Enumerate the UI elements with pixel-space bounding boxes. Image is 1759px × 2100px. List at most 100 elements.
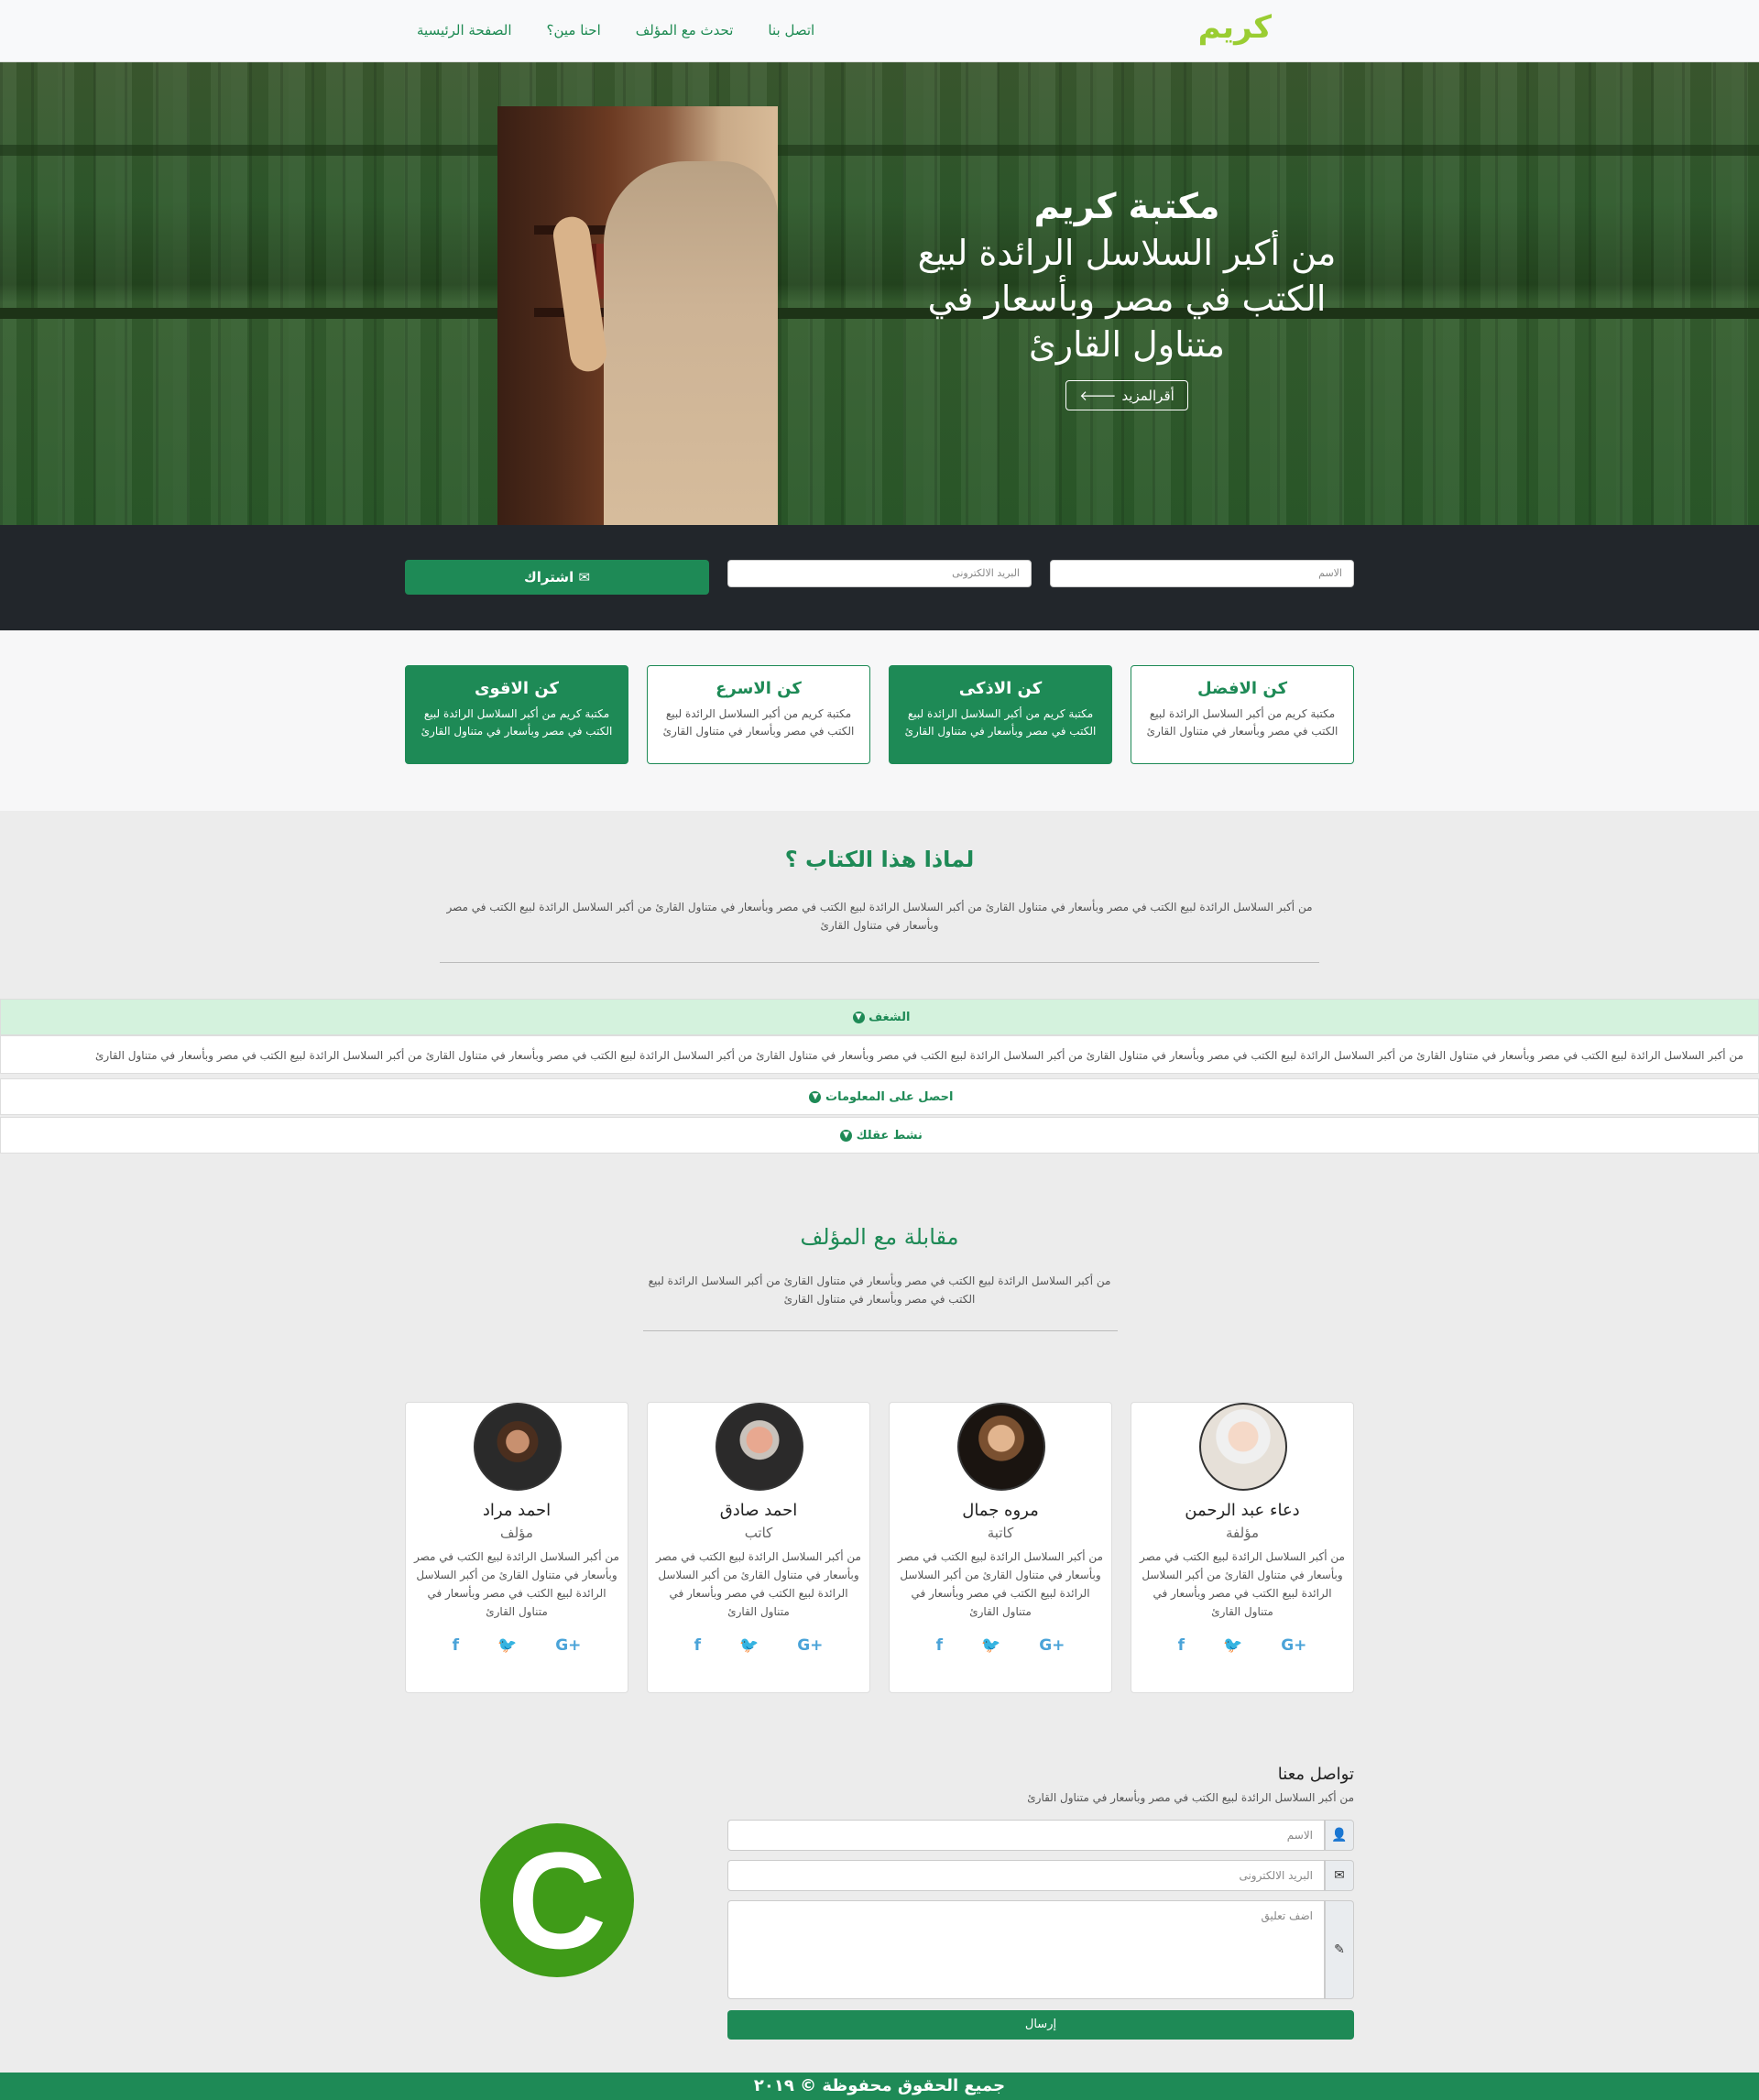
hero-subtitle: من أكبر السلاسل الرائدة لبيع الكتب في مص… [917, 233, 1337, 365]
facebook-icon[interactable]: f [453, 1636, 459, 1655]
contact-comment-row: اضف تعليق ✎ [727, 1900, 1354, 1999]
social-links: f 🐦 G+ [648, 1636, 869, 1655]
hero-title: مكتبة كريم [1033, 186, 1220, 226]
accordion-body: من أكبر السلاسل الرائدة لبيع الكتب في مص… [0, 1035, 1759, 1074]
subscribe-name-input[interactable]: الاسم [1050, 560, 1354, 587]
nav-links: اتصل بنا تحدث مع المؤلف احنا مين؟ الصفحة… [417, 22, 814, 38]
accordion-label: احصل على المعلومات [825, 1090, 954, 1104]
twitter-icon[interactable]: 🐦 [497, 1636, 517, 1655]
nav-link-home[interactable]: الصفحة الرئيسية [417, 22, 512, 38]
divider [643, 1330, 1118, 1331]
twitter-icon[interactable]: 🐦 [1223, 1636, 1242, 1655]
avatar [716, 1403, 803, 1491]
avatar [474, 1403, 562, 1491]
hero-text: مكتبة كريم من أكبر السلاسل الرائدة لبيع … [880, 186, 1374, 410]
author-role: مؤلفة [1226, 1525, 1259, 1541]
hero-section: مكتبة كريم من أكبر السلاسل الرائدة لبيع … [0, 62, 1759, 525]
author-bio: من أكبر السلاسل الرائدة لبيع الكتب في مص… [414, 1550, 619, 1618]
subscribe-button[interactable]: ✉ اشتراك [405, 560, 709, 595]
contact-subtitle: من أكبر السلاسل الرائدة لبيع الكتب في مص… [1027, 1791, 1354, 1804]
accordion-item-passion[interactable]: الشغف ▼ [0, 999, 1759, 1035]
feature-title: كن الافضل [1196, 679, 1288, 698]
feature-card: كن الاسرع مكتبة كريم من أكبر السلاسل الر… [647, 665, 870, 764]
interview-text: من أكبر السلاسل الرائدة لبيع الكتب في مص… [648, 1274, 1111, 1306]
contact-name-input[interactable]: الاسم [727, 1820, 1325, 1851]
avatar [1199, 1403, 1287, 1491]
arrow-left-icon: 🡐 [1079, 388, 1117, 404]
divider [440, 962, 1319, 963]
author-name: احمد صادق [719, 1501, 798, 1520]
author-name: مروه جمال [962, 1501, 1039, 1520]
author-card: احمد مراد مؤلف من أكبر السلاسل الرائدة ل… [405, 1402, 628, 1693]
social-links: f 🐦 G+ [1131, 1636, 1353, 1655]
chevron-down-icon: ▼ [840, 1130, 853, 1142]
nav-link-talk-author[interactable]: تحدث مع المؤلف [636, 22, 734, 38]
author-card: مروه جمال كاتبة من أكبر السلاسل الرائدة … [889, 1402, 1112, 1693]
author-role: كاتب [744, 1525, 773, 1541]
feature-card: كن الاقوى مكتبة كريم من أكبر السلاسل الر… [405, 665, 628, 764]
facebook-icon[interactable]: f [694, 1636, 701, 1655]
interview-title: مقابلة مع المؤلف [800, 1224, 959, 1250]
footer: جميع الحقوق محفوظة © ٢٠١٩ [0, 2073, 1759, 2100]
read-more-button[interactable]: أقرالمزيد 🡐 [1065, 380, 1188, 410]
subscribe-email-input[interactable]: البريد الالكترونى [727, 560, 1032, 587]
author-role: كاتبة [987, 1525, 1014, 1541]
pencil-icon: ✎ [1325, 1900, 1354, 1999]
author-card: احمد صادق كاتب من أكبر السلاسل الرائدة ل… [647, 1402, 870, 1693]
author-role: مؤلف [500, 1525, 533, 1541]
envelope-icon: ✉ [578, 569, 591, 585]
twitter-icon[interactable]: 🐦 [739, 1636, 759, 1655]
envelope-icon: ✉ [1325, 1860, 1354, 1891]
contact-email-row: البريد الالكترونى ✉ [727, 1860, 1354, 1891]
google-plus-icon[interactable]: G+ [1039, 1636, 1065, 1655]
facebook-icon[interactable]: f [936, 1636, 943, 1655]
chevron-down-icon: ▼ [809, 1091, 822, 1103]
author-name: دعاء عبد الرحمن [1185, 1501, 1300, 1520]
feature-title: كن الاذكى [958, 679, 1043, 698]
accordion-label: الشغف [869, 1011, 911, 1024]
subscribe-section: الاسم البريد الالكترونى ✉ اشتراك [0, 525, 1759, 630]
accordion-label: نشط عقلك [856, 1129, 923, 1143]
subscribe-button-label: اشتراك [523, 569, 574, 585]
chevron-down-icon: ▼ [852, 1012, 865, 1023]
author-bio: من أكبر السلاسل الرائدة لبيع الكتب في مص… [898, 1550, 1103, 1618]
accordion-item-mind[interactable]: نشط عقلك ▼ [0, 1117, 1759, 1154]
send-button[interactable]: إرسال [727, 2010, 1354, 2040]
photo-person [604, 161, 778, 525]
google-plus-icon[interactable]: G+ [1281, 1636, 1306, 1655]
contact-title: تواصل معنا [1277, 1765, 1354, 1784]
google-plus-icon[interactable]: G+ [797, 1636, 823, 1655]
read-more-label: أقرالمزيد [1121, 387, 1174, 404]
hero-photo [497, 106, 778, 525]
feature-text: مكتبة كريم من أكبر السلاسل الرائدة لبيع … [662, 707, 855, 738]
feature-card: كن الافضل مكتبة كريم من أكبر السلاسل الر… [1131, 665, 1354, 764]
twitter-icon[interactable]: 🐦 [981, 1636, 1000, 1655]
author-name: احمد مراد [482, 1501, 552, 1520]
google-plus-icon[interactable]: G+ [555, 1636, 581, 1655]
author-bio: من أكبر السلاسل الرائدة لبيع الكتب في مص… [1140, 1550, 1345, 1618]
feature-title: كن الاسرع [716, 679, 802, 698]
contact-name-row: الاسم 👤 [727, 1820, 1354, 1851]
brand-logo[interactable]: كريم [1198, 9, 1272, 46]
contact-comment-textarea[interactable]: اضف تعليق [727, 1900, 1325, 1999]
author-bio: من أكبر السلاسل الرائدة لبيع الكتب في مص… [656, 1550, 861, 1618]
social-links: f 🐦 G+ [890, 1636, 1111, 1655]
why-title: لماذا هذا الكتاب ؟ [784, 847, 975, 872]
nav-link-contact[interactable]: اتصل بنا [768, 22, 814, 38]
facebook-icon[interactable]: f [1178, 1636, 1185, 1655]
hero-shelf [0, 145, 1759, 156]
feature-text: مكتبة كريم من أكبر السلاسل الرائدة لبيع … [421, 707, 613, 738]
author-card: دعاء عبد الرحمن مؤلفة من أكبر السلاسل ال… [1131, 1402, 1354, 1693]
feature-text: مكتبة كريم من أكبر السلاسل الرائدة لبيع … [904, 707, 1097, 738]
user-icon: 👤 [1325, 1820, 1354, 1851]
accordion-item-info[interactable]: احصل على المعلومات ▼ [0, 1078, 1759, 1115]
contact-email-input[interactable]: البريد الالكترونى [727, 1860, 1325, 1891]
features-section: كن الافضل مكتبة كريم من أكبر السلاسل الر… [0, 630, 1759, 811]
avatar [957, 1403, 1045, 1491]
navbar: كريم اتصل بنا تحدث مع المؤلف احنا مين؟ ا… [0, 0, 1759, 62]
logo-c-icon: C [480, 1823, 634, 1977]
feature-title: كن الاقوى [474, 679, 560, 698]
nav-link-about[interactable]: احنا مين؟ [547, 22, 601, 38]
feature-text: مكتبة كريم من أكبر السلاسل الرائدة لبيع … [1146, 707, 1338, 738]
feature-card: كن الاذكى مكتبة كريم من أكبر السلاسل الر… [889, 665, 1112, 764]
